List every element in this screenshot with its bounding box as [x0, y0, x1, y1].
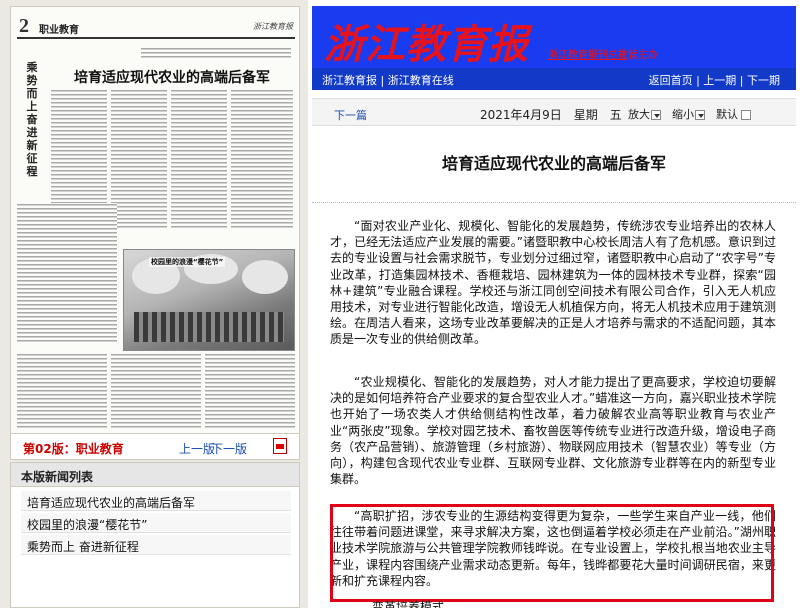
nav-left-links: 浙江教育报 | 浙江教育在线 [322, 74, 454, 87]
article-toolbar: 下一篇 2021年4月9日 星期 五 放大 缩小 默认 [312, 98, 796, 126]
thumbnail-brand: 浙江教育报 [253, 22, 293, 31]
nav-link-next-issue[interactable]: 下一期 [747, 74, 780, 87]
thumbnail-page-number: 2 [19, 15, 29, 37]
article-paragraph: “农业规模化、智能化的发展趋势，对人才能力提出了更高要求，学校迫切要解决的是如何… [330, 375, 776, 487]
news-list: 本版新闻列表 培育适应现代农业的高端后备军 校园里的浪漫“樱花节” 乘势而上 奋… [10, 462, 300, 608]
news-list-item[interactable]: 培育适应现代农业的高端后备军 [21, 491, 291, 511]
thumbnail-headline: 培育适应现代农业的高端后备军 [74, 70, 270, 86]
thumbnail-masthead: 2 职业教育 浙江教育报 [17, 15, 295, 39]
default-size-label: 默认 [716, 108, 738, 121]
left-panel: 2 职业教育 浙江教育报 培育适应现代农业的高端后备军 乘势而上 奋进新征程 校… [0, 0, 308, 608]
zoom-out-control[interactable]: 缩小 [672, 106, 705, 122]
thumbnail-caption: 校园里的浪漫“樱花节” [149, 257, 226, 267]
chevron-down-icon[interactable] [695, 110, 705, 120]
newspaper-logo: 浙江教育报 [324, 21, 529, 68]
thumbnail-text [111, 353, 201, 429]
zoom-in-control[interactable]: 放大 [628, 106, 661, 122]
thumbnail-vertical-headline: 乘势而上 奋进新征程 [26, 61, 49, 178]
next-page-link[interactable]: 下一版 [211, 440, 247, 457]
chevron-down-icon[interactable] [651, 110, 661, 120]
news-list-item[interactable]: 校园里的浪漫“樱花节” [21, 513, 291, 533]
default-checkbox[interactable] [741, 110, 751, 120]
thumbnail-section: 职业教育 [39, 25, 79, 36]
nav-link-online[interactable]: 浙江教育在线 [388, 74, 454, 87]
prev-page-link[interactable]: 上一版 [179, 440, 215, 457]
right-panel: 浙江教育报 浙江教育报刊总社 主管主办 浙江教育报 | 浙江教育在线 返回首页 … [308, 0, 800, 608]
article-title: 培育适应现代农业的高端后备军 [441, 154, 666, 173]
page-thumbnail[interactable]: 2 职业教育 浙江教育报 培育适应现代农业的高端后备军 乘势而上 奋进新征程 校… [10, 6, 300, 434]
thumbnail-text [141, 47, 291, 59]
nav-link-prev-issue[interactable]: 上一期 [703, 74, 736, 87]
thumbnail-text [205, 353, 295, 429]
article-body: 培育适应现代农业的高端后备军 “面对农业产业化、规模化、智能化的发展趋势，传统涉… [312, 130, 796, 608]
nav-link-zjjyb[interactable]: 浙江教育报 [322, 74, 377, 87]
page-label[interactable]: 第02版：职业教育 [23, 440, 124, 457]
default-size-control[interactable]: 默认 [716, 106, 751, 122]
sponsor-role: 主管主办 [618, 50, 658, 61]
nav-right-links: 返回首页 | 上一期 | 下一期 [648, 74, 780, 87]
thumbnail-text [17, 353, 107, 429]
article-paragraph: “面对农业产业化、规模化、智能化的发展趋势，传统涉农专业培养出的农林人才，已经无… [330, 219, 776, 347]
next-article-link[interactable]: 下一篇 [334, 107, 367, 123]
header-banner: 浙江教育报 浙江教育报刊总社 主管主办 [312, 6, 796, 68]
divider [312, 202, 796, 203]
article-subheading: 变革培养模式 [372, 600, 445, 608]
top-navigation: 浙江教育报 | 浙江教育在线 返回首页 | 上一期 | 下一期 [312, 68, 796, 90]
news-list-title: 本版新闻列表 [11, 463, 299, 487]
zoom-in-label: 放大 [628, 108, 650, 121]
issue-date: 2021年4月9日 星期 五 [480, 108, 622, 122]
news-list-item[interactable]: 乘势而上 奋进新征程 [21, 535, 291, 555]
sponsor-link[interactable]: 浙江教育报刊总社 [548, 46, 628, 61]
nav-link-home[interactable]: 返回首页 [649, 74, 693, 87]
thumbnail-text [17, 203, 117, 343]
thumbnail-text [231, 89, 293, 229]
highlight-box [330, 504, 774, 602]
page-navigation-bar: 第02版：职业教育 上一版 下一版 [10, 434, 300, 460]
thumbnail-text [111, 89, 167, 229]
pdf-icon[interactable] [273, 438, 287, 454]
zoom-out-label: 缩小 [672, 108, 694, 121]
thumbnail-text [171, 89, 227, 229]
